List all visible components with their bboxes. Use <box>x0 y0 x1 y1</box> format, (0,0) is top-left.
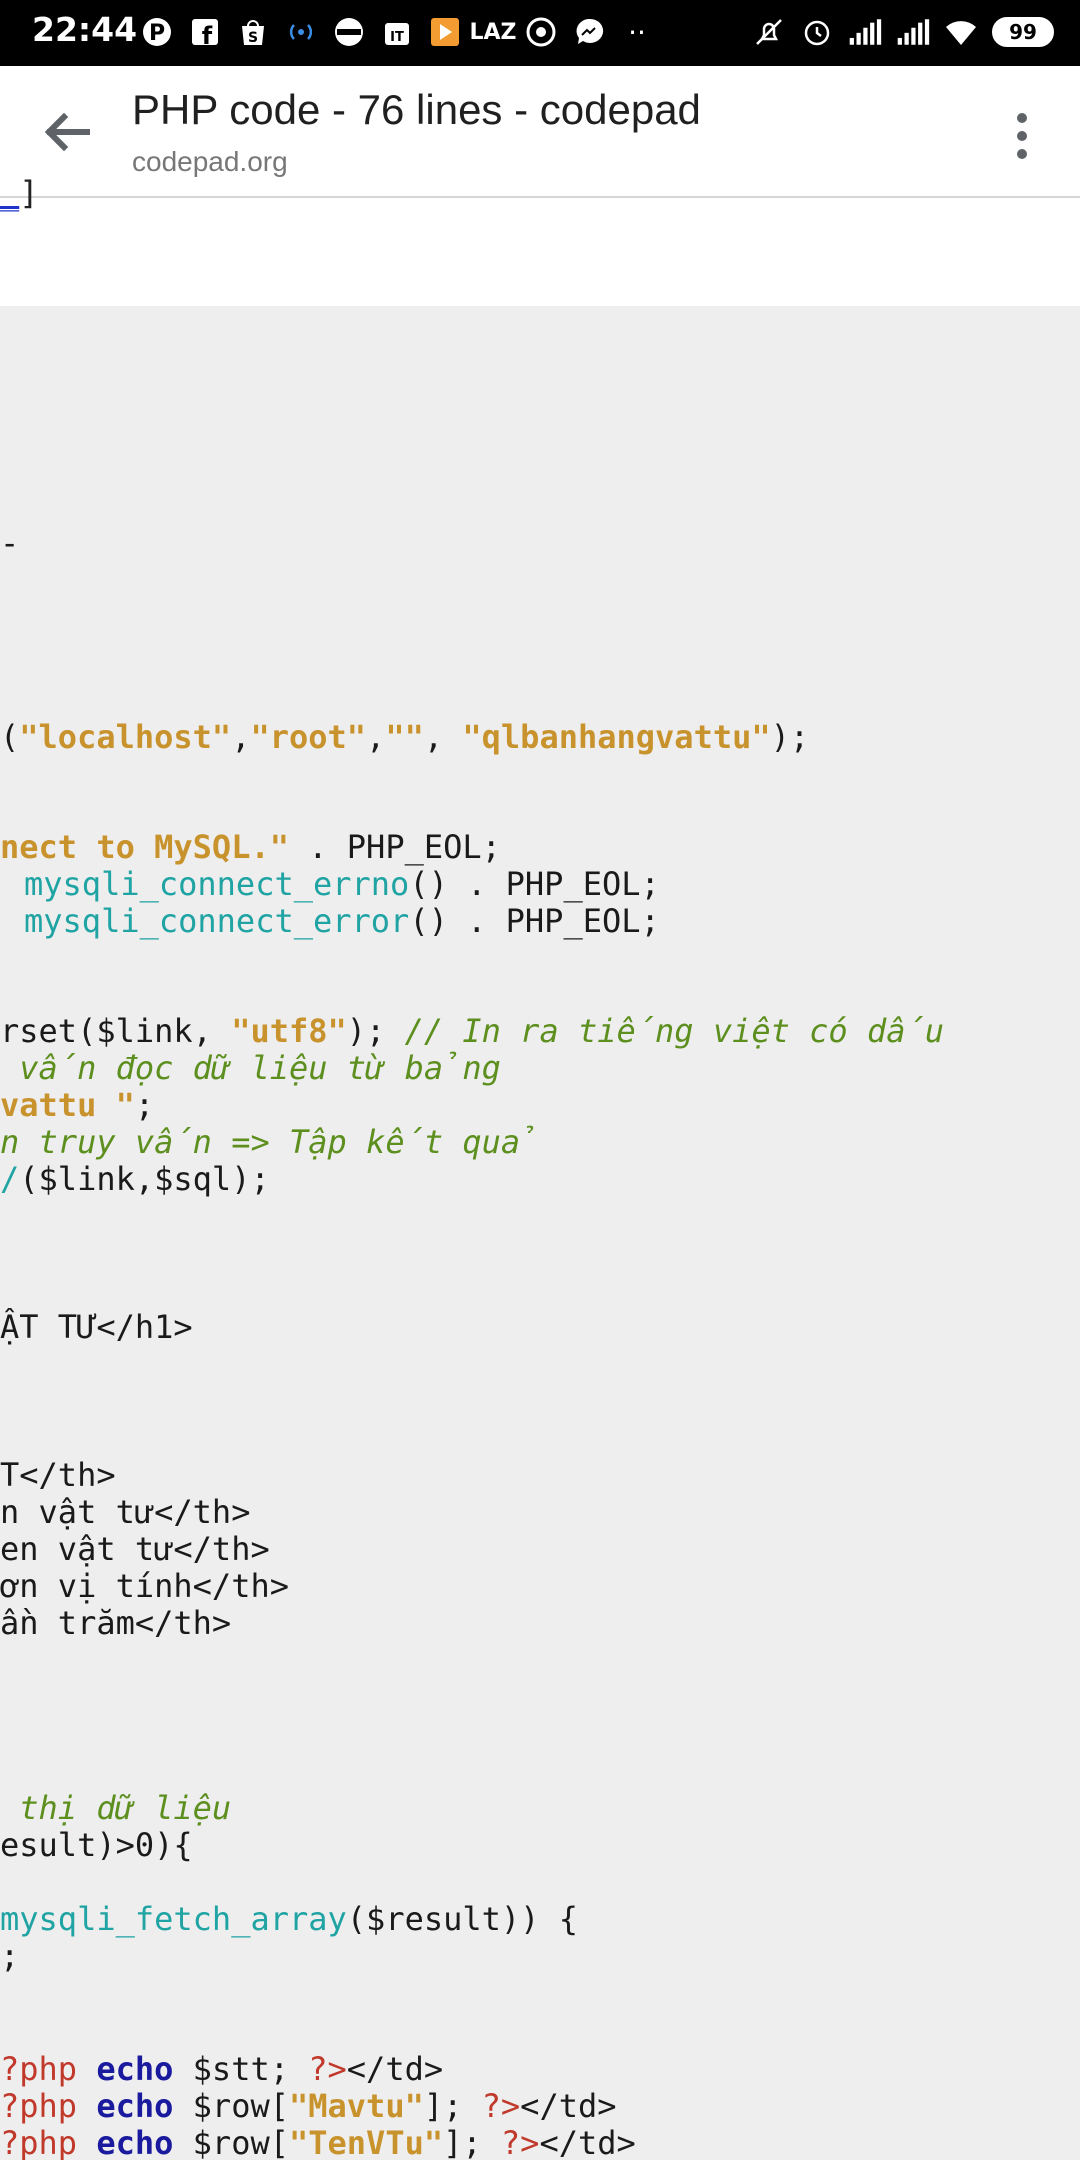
code-line: esult)>0){ <box>0 1826 193 1864</box>
code-line: en vật tư</th> <box>0 1530 270 1568</box>
pinterest-icon: P <box>140 15 174 49</box>
code-line: n vật tư</th> <box>0 1493 251 1531</box>
code-line: - <box>0 524 20 562</box>
svg-text:P: P <box>149 21 165 46</box>
code-line: ơn vị tính</th> <box>0 1567 289 1605</box>
code-line: ("localhost","root","", "qlbanhangvattu"… <box>0 718 810 756</box>
arrow-back-icon <box>44 112 90 152</box>
code-line: ?php echo $stt; ?></td> <box>0 2050 444 2088</box>
overflow-menu-button[interactable] <box>994 106 1050 166</box>
page-title: PHP code - 76 lines - codepad <box>132 86 701 133</box>
more-dots-icon: ·· <box>628 15 646 49</box>
notification-icons: P f S IT LAZ ·· <box>140 12 654 52</box>
tiki-icon: IT <box>380 15 414 49</box>
chrome-icon <box>524 15 558 49</box>
signal-broadcast-icon <box>284 15 318 49</box>
app-icon <box>332 15 366 49</box>
cellular-2-icon <box>896 15 930 49</box>
back-button[interactable] <box>34 106 98 158</box>
code-line: vấn đọc dữ liệu từ bảng <box>0 1049 501 1087</box>
code-line: ?php echo $row["TenVTu"]; ?></td> <box>0 2124 636 2160</box>
cellular-1-icon <box>848 15 882 49</box>
lazada-icon: LAZ <box>469 19 517 45</box>
code-line: nect to MySQL." . PHP_EOL; <box>0 828 501 866</box>
status-bar: 22:44 P f S IT LAZ ·· 99 <box>0 0 1080 66</box>
more-vert-icon <box>1017 113 1027 159</box>
header-fragment: _] <box>0 174 39 212</box>
svg-text:S: S <box>248 30 258 46</box>
app-bar: PHP code - 76 lines - codepad codepad.or… <box>0 66 1080 198</box>
alarm-icon <box>800 15 834 49</box>
code-line: mysqli_connect_errno() . PHP_EOL; <box>24 865 660 903</box>
header-link[interactable]: _ <box>0 174 19 212</box>
messenger-icon <box>572 15 606 49</box>
code-line: thị dữ liệu <box>0 1789 232 1827</box>
code-line: T</th> <box>0 1456 116 1494</box>
shopee-icon: S <box>236 15 270 49</box>
code-line: ẬT TƯ</h1> <box>0 1308 193 1346</box>
system-icons: 99 <box>752 10 1054 54</box>
battery-icon: 99 <box>992 17 1054 47</box>
code-line: ần trăm</th> <box>0 1604 232 1642</box>
code-line: mysqli_connect_error() . PHP_EOL; <box>24 902 660 940</box>
wifi-icon <box>944 15 978 49</box>
page-url: codepad.org <box>132 146 288 177</box>
code-line: ?php echo $row["Mavtu"]; ?></td> <box>0 2087 617 2125</box>
play-icon <box>428 15 462 49</box>
page-header-strip <box>0 198 1080 309</box>
code-line: n truy vấn => Tập kết quả <box>0 1123 540 1161</box>
code-line: mysqli_fetch_array($result)) { <box>0 1900 578 1938</box>
code-line: rset($link, "utf8"); // In ra tiếng việt… <box>0 1012 945 1050</box>
svg-text:IT: IT <box>390 30 404 45</box>
code-line: /($link,$sql); <box>0 1160 270 1198</box>
svg-text:f: f <box>202 22 213 49</box>
status-time: 22:44 <box>32 10 138 49</box>
facebook-icon: f <box>188 15 222 49</box>
mute-icon <box>752 15 786 49</box>
code-line: ; <box>0 1937 20 1975</box>
code-line: vattu "; <box>0 1086 155 1124</box>
code-view[interactable]: - ("localhost","root","", "qlbanhangvatt… <box>0 306 1080 2160</box>
